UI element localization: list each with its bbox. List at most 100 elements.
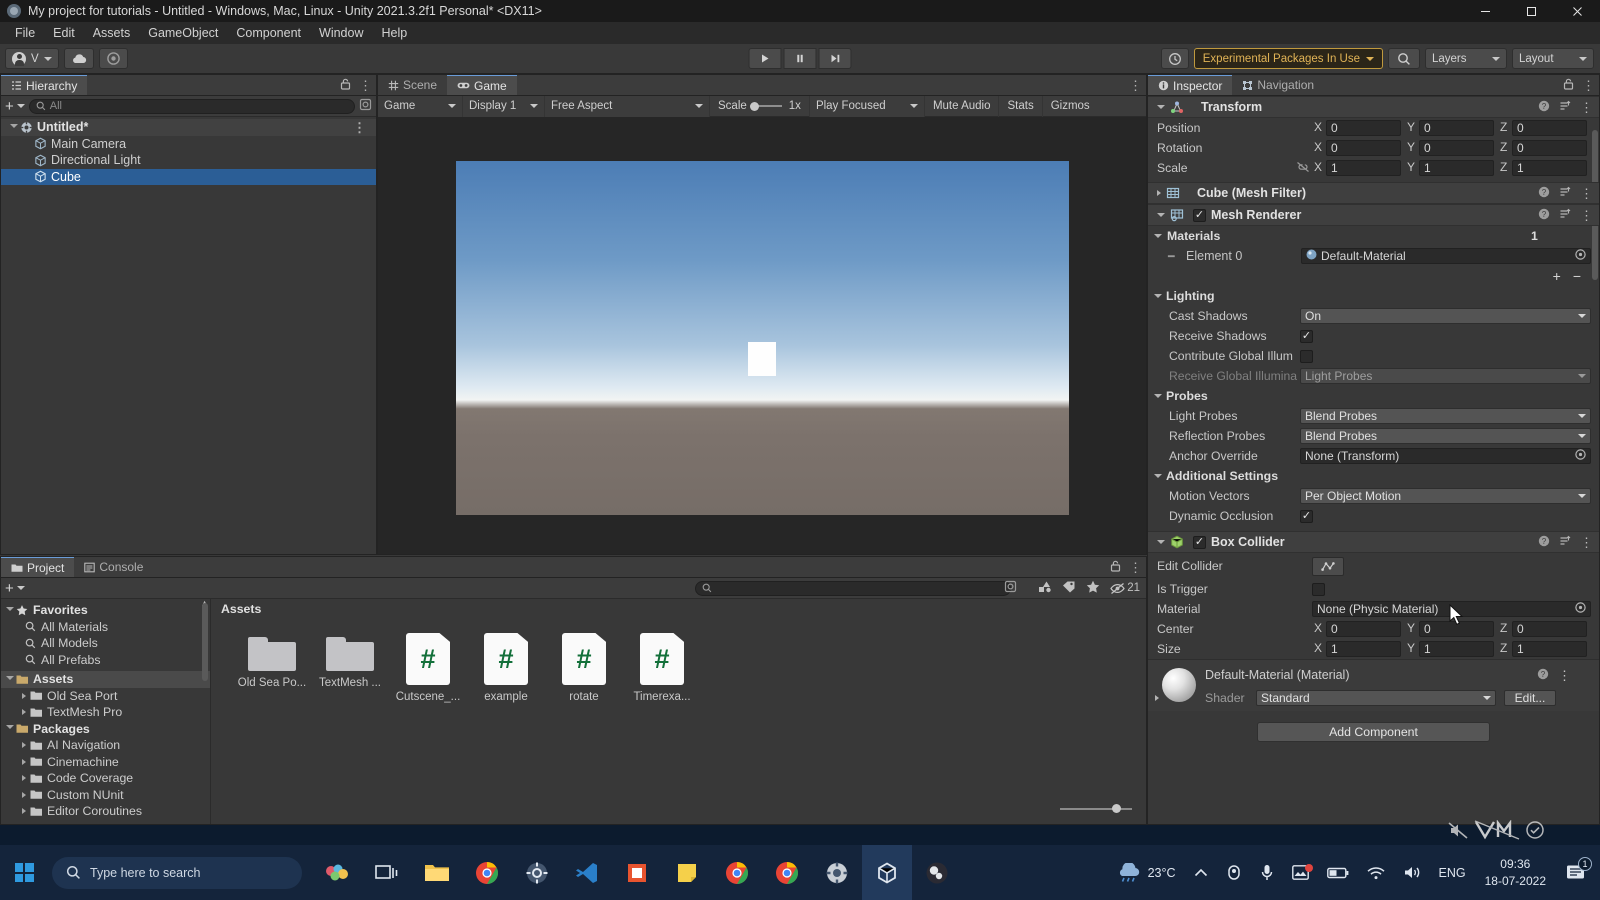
asset-item[interactable]: # rotate: [545, 633, 623, 703]
mute-audio-toggle[interactable]: Mute Audio: [925, 95, 1000, 117]
project-tree-item-all-models[interactable]: All Models: [1, 635, 210, 652]
hierarchy-item-cube[interactable]: Cube: [1, 168, 376, 185]
taskbar-app-task-view[interactable]: [362, 845, 412, 900]
object-picker-icon[interactable]: [1575, 449, 1586, 463]
scale-slider-knob[interactable]: [749, 101, 759, 111]
preset-icon[interactable]: [1559, 208, 1571, 223]
kebab-icon[interactable]: ⋮: [1580, 536, 1593, 549]
tab-navigation[interactable]: Navigation: [1232, 75, 1325, 95]
pause-button[interactable]: [783, 48, 817, 69]
size-x-field[interactable]: 1: [1326, 641, 1401, 657]
start-button[interactable]: [0, 845, 48, 900]
project-tree-item-all-materials[interactable]: All Materials: [1, 619, 210, 636]
kebab-icon[interactable]: ⋮: [353, 121, 366, 134]
aspect-dropdown[interactable]: Free Aspect: [545, 95, 710, 117]
shader-edit-button[interactable]: Edit...: [1504, 690, 1556, 706]
notification-center-button[interactable]: 1: [1556, 857, 1600, 881]
taskbar-clock[interactable]: 09:36 18-07-2022: [1475, 856, 1556, 888]
menu-window[interactable]: Window: [310, 24, 372, 42]
kebab-icon[interactable]: ⋮: [1582, 79, 1595, 92]
materials-count-field[interactable]: 1: [1531, 229, 1591, 243]
collapse-arrow-icon[interactable]: [1154, 234, 1162, 238]
materials-add-button[interactable]: +: [1553, 268, 1561, 284]
undo-history-button[interactable]: [1160, 48, 1189, 69]
project-tree-item-favorites[interactable]: Favorites: [1, 602, 210, 619]
collider-material-field[interactable]: None (Physic Material): [1312, 601, 1591, 617]
account-button[interactable]: V: [5, 48, 59, 69]
stats-toggle[interactable]: Stats: [999, 95, 1043, 117]
expand-arrow-icon[interactable]: [19, 775, 29, 782]
webcam-tray-icon[interactable]: [1217, 864, 1251, 881]
project-tree-item-old-sea-port[interactable]: Old Sea Port: [1, 688, 210, 705]
language-indicator[interactable]: ENG: [1430, 866, 1475, 880]
dynamic-occlusion-checkbox[interactable]: ✓: [1300, 509, 1313, 523]
collab-button[interactable]: [98, 48, 128, 69]
additional-settings-foldout[interactable]: Additional Settings: [1148, 466, 1599, 486]
is-trigger-checkbox[interactable]: [1312, 582, 1325, 596]
asset-zoom-knob[interactable]: [1112, 804, 1121, 813]
expand-arrow-icon[interactable]: [19, 742, 29, 749]
scale-x-field[interactable]: 1: [1326, 160, 1401, 176]
menu-gameobject[interactable]: GameObject: [139, 24, 227, 42]
game-target-dropdown[interactable]: Game: [378, 95, 463, 117]
rotation-x-field[interactable]: 0: [1326, 140, 1401, 156]
project-tree-item-ai-navigation[interactable]: AI Navigation: [1, 737, 210, 754]
taskbar-app-vs-code[interactable]: [562, 845, 612, 900]
collapse-arrow-icon[interactable]: [1157, 540, 1165, 544]
hierarchy-add-button[interactable]: +: [5, 99, 25, 114]
project-tree-item-assets[interactable]: Assets: [1, 671, 210, 688]
kebab-icon[interactable]: ⋮: [1580, 209, 1593, 222]
close-button[interactable]: [1554, 0, 1600, 22]
taskbar-search-input[interactable]: Type here to search: [52, 856, 302, 889]
filter-by-label-icon[interactable]: [1062, 580, 1076, 596]
collapse-arrow-icon[interactable]: [1157, 105, 1165, 109]
expand-arrow-icon[interactable]: [19, 709, 29, 716]
rotation-y-field[interactable]: 0: [1419, 140, 1494, 156]
taskbar-app-unity[interactable]: [862, 845, 912, 900]
wifi-tray-icon[interactable]: [1358, 866, 1394, 880]
expand-arrow-icon[interactable]: [19, 692, 29, 699]
lighting-foldout[interactable]: Lighting: [1148, 286, 1599, 306]
lock-icon[interactable]: [1110, 560, 1121, 575]
kebab-icon[interactable]: ⋮: [1129, 79, 1142, 92]
asset-item[interactable]: # Timerexa...: [623, 633, 701, 703]
preset-icon[interactable]: [1559, 100, 1571, 115]
taskbar-app-chrome[interactable]: [462, 845, 512, 900]
expand-arrow-icon[interactable]: [1157, 190, 1161, 196]
expand-arrow-icon[interactable]: [5, 675, 15, 683]
component-header-mesh-filter[interactable]: Cube (Mesh Filter) ? ⋮: [1148, 182, 1599, 204]
position-z-field[interactable]: 0: [1512, 120, 1587, 136]
hidden-packages-toggle[interactable]: 21: [1110, 582, 1140, 595]
display-dropdown[interactable]: Display 1: [463, 95, 545, 117]
minimize-button[interactable]: [1462, 0, 1508, 22]
component-header-mesh-renderer[interactable]: ✓ Mesh Renderer ? ⋮: [1148, 204, 1599, 226]
drag-handle-icon[interactable]: ━: [1168, 250, 1186, 263]
play-button[interactable]: [748, 48, 782, 69]
reflection-probes-dropdown[interactable]: Blend Probes: [1300, 428, 1591, 444]
help-icon[interactable]: ?: [1538, 208, 1550, 223]
maximize-button[interactable]: [1508, 0, 1554, 22]
project-add-button[interactable]: +: [5, 581, 25, 596]
project-tree-item-all-prefabs[interactable]: All Prefabs: [1, 652, 210, 669]
tab-game[interactable]: Game: [447, 75, 517, 95]
hierarchy-item-scene[interactable]: Untitled* ⋮: [1, 119, 376, 136]
cloud-services-button[interactable]: [63, 48, 94, 69]
collapse-arrow-icon[interactable]: [1157, 213, 1165, 217]
favorite-icon[interactable]: [1086, 580, 1100, 596]
collapse-arrow-icon[interactable]: [1154, 294, 1162, 298]
add-component-button[interactable]: Add Component: [1257, 722, 1490, 742]
scale-z-field[interactable]: 1: [1512, 160, 1587, 176]
taskbar-app-vlc[interactable]: [612, 845, 662, 900]
preset-icon[interactable]: [1559, 535, 1571, 550]
materials-foldout[interactable]: Materials 1: [1148, 226, 1599, 246]
photos-tray-icon[interactable]: [1283, 864, 1318, 880]
kebab-icon[interactable]: ⋮: [359, 79, 372, 92]
project-tree-item-code-coverage[interactable]: Code Coverage: [1, 770, 210, 787]
material-element-field[interactable]: Default-Material: [1301, 248, 1591, 264]
gizmos-dropdown[interactable]: Gizmos: [1043, 96, 1098, 117]
layout-dropdown[interactable]: Layout: [1512, 48, 1594, 69]
kebab-icon[interactable]: ⋮: [1580, 101, 1593, 114]
rotation-z-field[interactable]: 0: [1512, 140, 1587, 156]
center-y-field[interactable]: 0: [1419, 621, 1494, 637]
component-header-transform[interactable]: Transform ? ⋮: [1148, 96, 1599, 118]
